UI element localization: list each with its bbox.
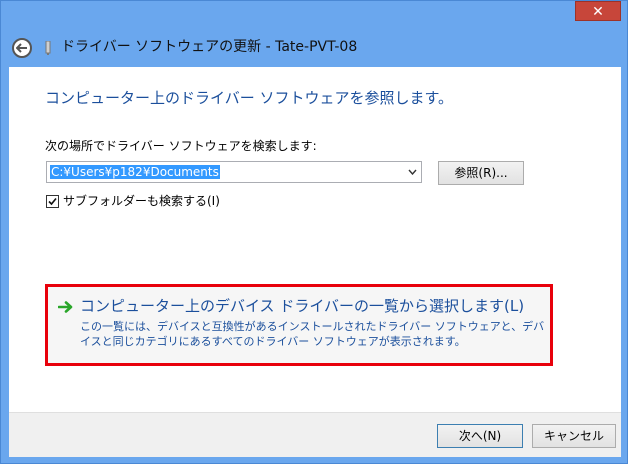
page-heading: コンピューター上のドライバー ソフトウェアを参照します。: [45, 89, 453, 107]
include-subfolders-label: サブフォルダーも検索する(I): [63, 194, 220, 208]
title-bar: ドライバー ソフトウェアの更新 - Tate-PVT-08: [1, 29, 628, 67]
cancel-button[interactable]: キャンセル: [532, 424, 616, 448]
content-area: コンピューター上のドライバー ソフトウェアを参照します。 次の場所でドライバー …: [9, 67, 621, 412]
pick-from-list-option[interactable]: コンピューター上のデバイス ドライバーの一覧から選択します(L) この一覧には、…: [45, 284, 553, 366]
browse-button[interactable]: 参照(R)...: [438, 161, 524, 185]
include-subfolders-checkbox[interactable]: [46, 195, 59, 208]
next-button[interactable]: 次へ(N): [437, 424, 523, 448]
dialog-footer: 次へ(N) キャンセル: [9, 412, 621, 457]
window-title: ドライバー ソフトウェアの更新 - Tate-PVT-08: [61, 39, 358, 55]
driver-update-window: ✕ ドライバー ソフトウェアの更新 - Tate-PVT-08 コンピューター上…: [0, 0, 628, 464]
path-combobox[interactable]: C:¥Users¥p182¥Documents: [46, 161, 422, 183]
search-location-label: 次の場所でドライバー ソフトウェアを検索します:: [45, 139, 317, 153]
checkmark-icon: [48, 197, 57, 206]
device-icon: [45, 41, 51, 55]
close-button[interactable]: ✕: [575, 1, 621, 21]
pick-from-list-description: この一覧には、デバイスと互換性があるインストールされたドライバー ソフトウェアと…: [80, 320, 545, 348]
path-input-value[interactable]: C:¥Users¥p182¥Documents: [50, 165, 220, 179]
back-arrow-icon: [16, 43, 27, 53]
green-arrow-icon: [58, 301, 73, 313]
pick-from-list-title[interactable]: コンピューター上のデバイス ドライバーの一覧から選択します(L): [80, 295, 524, 316]
chevron-down-icon[interactable]: [405, 164, 419, 180]
back-button[interactable]: [12, 38, 32, 58]
